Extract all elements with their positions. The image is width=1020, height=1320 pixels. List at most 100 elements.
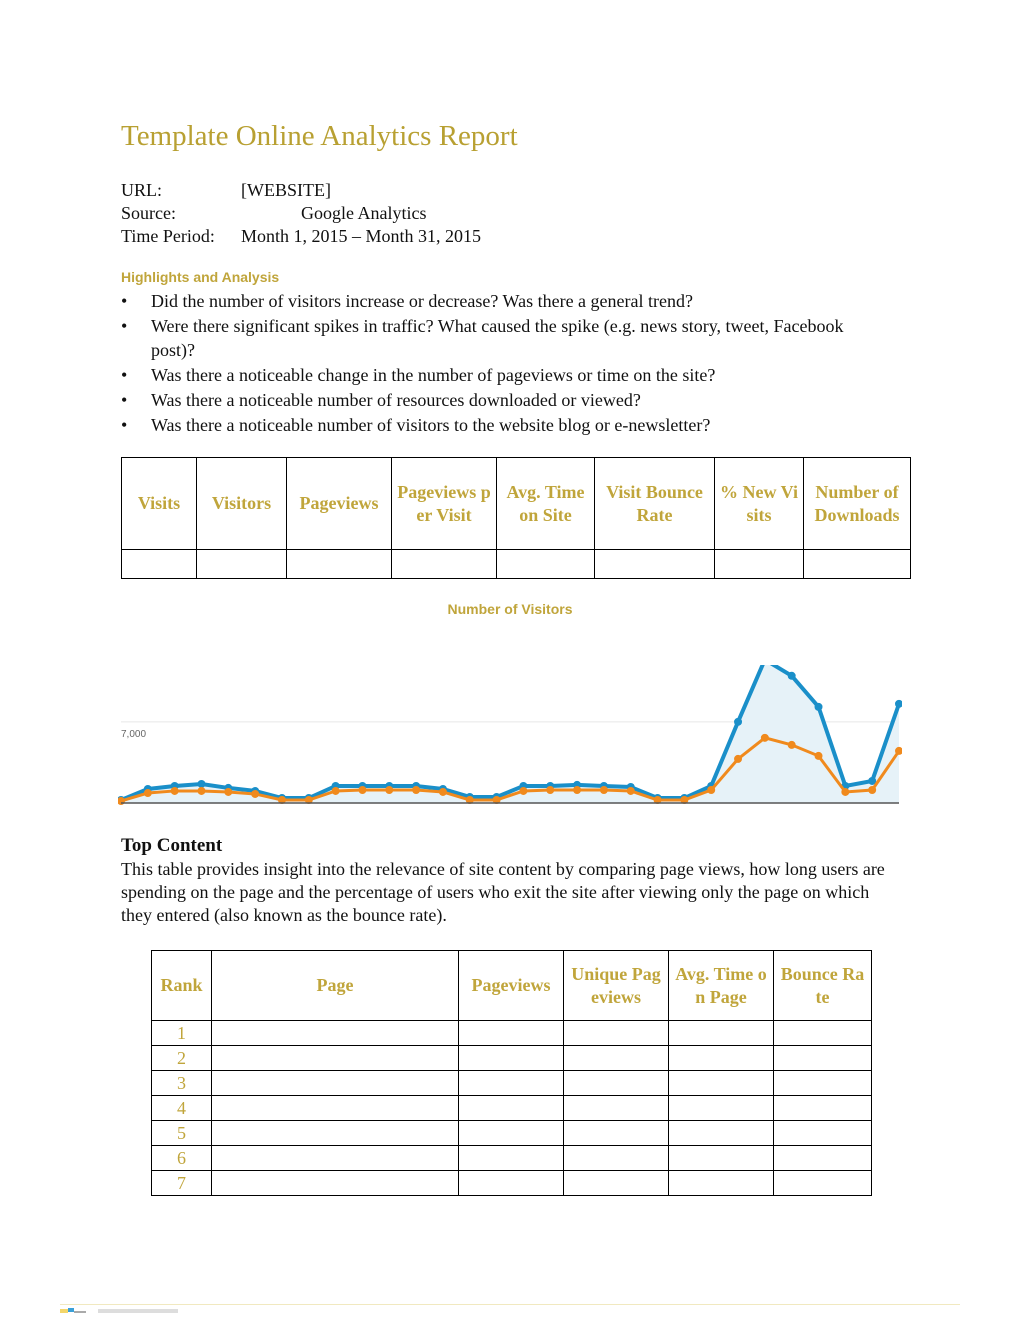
table-cell[interactable]	[668, 1020, 774, 1046]
table-cell[interactable]	[458, 1120, 564, 1146]
period-label: Time Period:	[121, 226, 215, 246]
table-cell[interactable]	[458, 1145, 564, 1171]
table-cell[interactable]	[563, 1020, 669, 1046]
table-cell[interactable]	[496, 549, 595, 579]
table-cell[interactable]	[391, 549, 497, 579]
series-1-point[interactable]	[814, 702, 823, 711]
series-1-point[interactable]	[734, 717, 743, 726]
table-cell[interactable]	[773, 1145, 872, 1171]
series-1-point[interactable]	[761, 656, 769, 664]
series-2-point[interactable]	[599, 786, 608, 795]
table-cell[interactable]	[668, 1045, 774, 1071]
series-2-point[interactable]	[546, 786, 555, 795]
table-cell[interactable]	[458, 1045, 564, 1071]
page-title: Template Online Analytics Report	[121, 120, 518, 152]
visitors-chart: 7,000	[117, 656, 903, 806]
table-cell[interactable]	[563, 1120, 669, 1146]
table-row: 6	[151, 1145, 872, 1171]
series-2-point[interactable]	[251, 789, 260, 798]
table-row: 7	[151, 1170, 872, 1196]
table-cell[interactable]	[458, 1095, 564, 1121]
table-cell[interactable]	[458, 1070, 564, 1096]
series-2-point[interactable]	[734, 754, 743, 763]
table-cell[interactable]	[773, 1095, 872, 1121]
table-cell[interactable]	[563, 1095, 669, 1121]
table-cell[interactable]	[286, 549, 392, 579]
series-2-point[interactable]	[814, 751, 823, 760]
table-cell[interactable]	[563, 1045, 669, 1071]
series-2-point[interactable]	[868, 786, 877, 795]
series-area	[121, 665, 899, 803]
series-2-point[interactable]	[170, 786, 179, 795]
header-avg-time: Avg. Time on Site	[496, 457, 595, 550]
rank-cell: 1	[151, 1020, 212, 1046]
url-value: [WEBSITE]	[241, 180, 331, 200]
table-cell[interactable]	[803, 549, 911, 579]
table-cell[interactable]	[773, 1170, 872, 1196]
table-cell[interactable]	[211, 1170, 459, 1196]
series-2-point[interactable]	[197, 786, 206, 795]
series-2-point[interactable]	[760, 733, 769, 742]
table-cell[interactable]	[211, 1095, 459, 1121]
series-1-point[interactable]	[197, 779, 206, 788]
rank-cell: 2	[151, 1045, 212, 1071]
list-item: Was there a noticeable change in the num…	[121, 364, 881, 388]
series-2-point[interactable]	[707, 786, 716, 795]
table-cell[interactable]	[458, 1020, 564, 1046]
highlights-heading: Highlights and Analysis	[121, 269, 280, 285]
table-cell[interactable]	[458, 1170, 564, 1196]
table-cell[interactable]	[563, 1070, 669, 1096]
table-row: 2	[151, 1045, 872, 1071]
table-cell[interactable]	[668, 1070, 774, 1096]
table-row: 4	[151, 1095, 872, 1121]
series-2-point[interactable]	[573, 786, 582, 795]
series-1-point[interactable]	[787, 671, 796, 680]
table-cell[interactable]	[668, 1145, 774, 1171]
chart-title: Number of Visitors	[447, 601, 573, 617]
series-2-point[interactable]	[385, 786, 394, 795]
table-cell[interactable]	[773, 1120, 872, 1146]
footer-divider	[60, 1304, 960, 1305]
period-value: Month 1, 2015 – Month 31, 2015	[241, 226, 482, 246]
y-tick-label: 7,000	[121, 729, 146, 740]
series-2-point[interactable]	[117, 797, 125, 806]
table-cell[interactable]	[211, 1045, 459, 1071]
table-cell[interactable]	[563, 1145, 669, 1171]
series-2-point[interactable]	[224, 787, 233, 796]
header-avg-time-on-page: Avg. Time on Page	[668, 950, 774, 1021]
series-2-point[interactable]	[895, 746, 903, 755]
series-2-point[interactable]	[519, 786, 528, 795]
table-cell[interactable]	[211, 1020, 459, 1046]
series-2-point[interactable]	[358, 786, 367, 795]
header-pageviews: Pageviews	[458, 950, 564, 1021]
table-cell[interactable]	[594, 549, 715, 579]
series-2-point[interactable]	[841, 787, 850, 796]
header-rank: Rank	[151, 950, 212, 1021]
series-2-point[interactable]	[787, 740, 796, 749]
table-cell[interactable]	[121, 549, 197, 579]
table-cell[interactable]	[211, 1070, 459, 1096]
table-cell[interactable]	[773, 1020, 872, 1046]
table-cell[interactable]	[211, 1120, 459, 1146]
table-cell[interactable]	[563, 1170, 669, 1196]
series-1-point[interactable]	[895, 699, 903, 708]
table-cell[interactable]	[668, 1095, 774, 1121]
series-2-point[interactable]	[438, 787, 447, 796]
header-visitors: Visitors	[196, 457, 287, 550]
table-cell[interactable]	[714, 549, 804, 579]
table-cell[interactable]	[196, 549, 287, 579]
header-pageviews-per-visit: Pageviews per Visit	[391, 457, 497, 550]
highlights-list: Did the number of visitors increase or d…	[121, 290, 881, 439]
table-row: 1	[151, 1020, 872, 1046]
source-value: Google Analytics	[301, 203, 427, 223]
table-cell[interactable]	[668, 1170, 774, 1196]
series-2-point[interactable]	[626, 786, 635, 795]
table-cell[interactable]	[211, 1145, 459, 1171]
table-cell[interactable]	[668, 1120, 774, 1146]
series-2-point[interactable]	[412, 786, 421, 795]
series-2-point[interactable]	[331, 786, 340, 795]
series-2-point[interactable]	[143, 789, 152, 798]
source-label: Source:	[121, 203, 176, 223]
table-cell[interactable]	[773, 1070, 872, 1096]
table-cell[interactable]	[773, 1045, 872, 1071]
